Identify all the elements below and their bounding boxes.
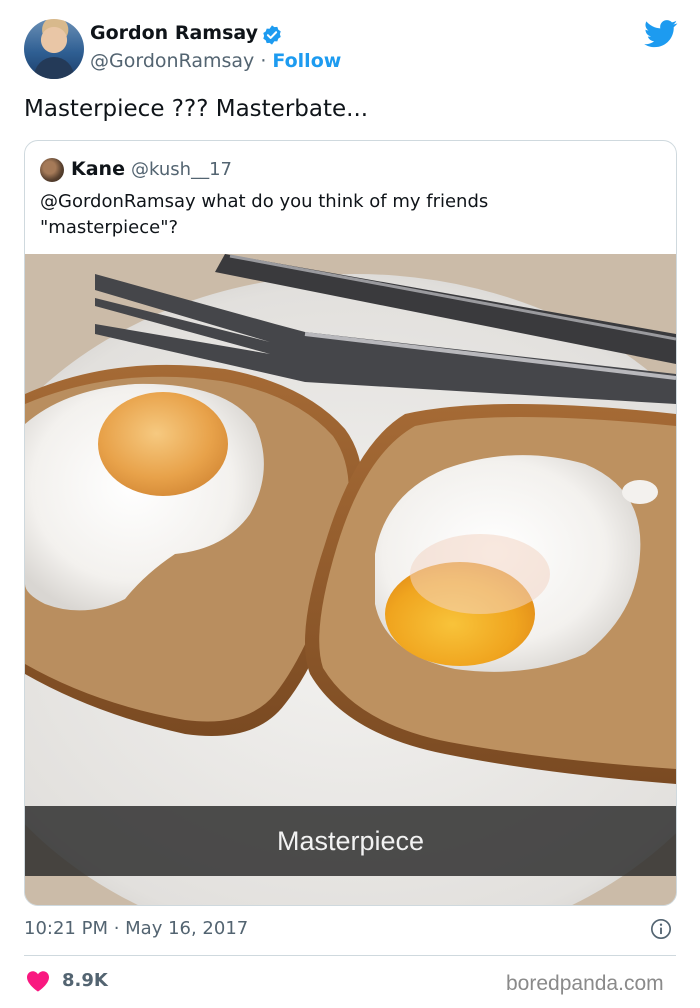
author-name[interactable]: Gordon Ramsay	[90, 22, 258, 44]
footer-divider	[24, 955, 676, 956]
author-handle-row: @GordonRamsay · Follow	[90, 50, 341, 72]
image-caption: Masterpiece	[276, 825, 425, 856]
handle-separator: ·	[254, 50, 273, 72]
quoted-author-avatar[interactable]	[40, 158, 64, 182]
follow-button[interactable]: Follow	[272, 50, 341, 72]
heart-icon[interactable]	[26, 970, 50, 992]
avatar-figure	[34, 57, 74, 79]
verified-badge-icon	[263, 25, 281, 45]
info-icon[interactable]	[650, 918, 672, 940]
quoted-tweet-card[interactable]: Kane @kush__17 @GordonRamsay what do you…	[24, 140, 677, 906]
twitter-bird-icon[interactable]	[644, 20, 678, 48]
tweet-text: Masterpiece ??? Masterbate...	[24, 96, 369, 122]
author-avatar[interactable]	[24, 19, 84, 79]
quoted-author-name[interactable]: Kane	[71, 158, 125, 180]
quoted-tweet-text: @GordonRamsay what do you think of my fr…	[40, 191, 489, 238]
like-count[interactable]: 8.9K	[62, 970, 108, 991]
image-caption-bar: Masterpiece	[25, 806, 676, 876]
quoted-tweet-photo[interactable]: Masterpiece	[25, 254, 676, 905]
tweet-timestamp[interactable]: 10:21 PM · May 16, 2017	[24, 918, 248, 939]
source-watermark: boredpanda.com	[506, 972, 664, 995]
quoted-author-handle[interactable]: @kush__17	[131, 159, 232, 180]
author-handle[interactable]: @GordonRamsay	[90, 50, 254, 72]
